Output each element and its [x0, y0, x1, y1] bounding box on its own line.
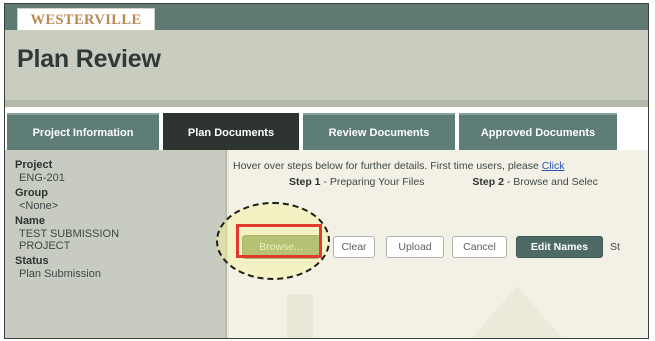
tab-plan-documents[interactable]: Plan Documents [163, 113, 299, 150]
step1-label[interactable]: Step 1 [289, 176, 321, 188]
tab-bar: Project Information Plan Documents Revie… [5, 107, 648, 150]
watermark-shape [287, 294, 313, 338]
header-divider [5, 100, 648, 107]
steps-row: Step 1 - Preparing Your Files Step 2 - Br… [289, 176, 598, 188]
tab-review-documents[interactable]: Review Documents [303, 113, 455, 150]
page-title: Plan Review [17, 45, 161, 73]
tab-project-information[interactable]: Project Information [7, 113, 159, 150]
project-details-panel: Project ENG-201 Group <None> Name TEST S… [5, 150, 227, 338]
annotation-highlight-box [236, 224, 322, 258]
trailing-step-text: St [610, 241, 620, 253]
status-label: Status [15, 255, 49, 267]
first-time-users-link[interactable]: Click [542, 160, 565, 172]
project-label: Project [15, 159, 53, 171]
westerville-logo[interactable]: WESTERVILLE [17, 8, 155, 31]
instructions-body: Hover over steps below for further detai… [233, 160, 542, 172]
edit-names-button[interactable]: Edit Names [516, 236, 603, 258]
step1-text[interactable]: - Preparing Your Files [321, 176, 424, 188]
name-label: Name [15, 215, 45, 227]
name-value: TEST SUBMISSION PROJECT [19, 228, 120, 252]
page-header: Plan Review [5, 30, 648, 100]
cancel-button[interactable]: Cancel [452, 236, 507, 258]
instructions-text: Hover over steps below for further detai… [233, 160, 564, 172]
watermark-shape [465, 286, 569, 338]
group-value: <None> [19, 200, 59, 212]
tab-approved-documents[interactable]: Approved Documents [459, 113, 617, 150]
status-value: Plan Submission [19, 268, 101, 280]
clear-button[interactable]: Clear [333, 236, 375, 258]
app-window: WESTERVILLE Plan Review Project Informat… [4, 3, 649, 339]
upload-button[interactable]: Upload [386, 236, 444, 258]
step2-text[interactable]: - Browse and Selec [504, 176, 598, 188]
top-bar: WESTERVILLE [5, 4, 648, 31]
group-label: Group [15, 187, 48, 199]
project-value: ENG-201 [19, 172, 65, 184]
step2-label[interactable]: Step 2 [472, 176, 504, 188]
